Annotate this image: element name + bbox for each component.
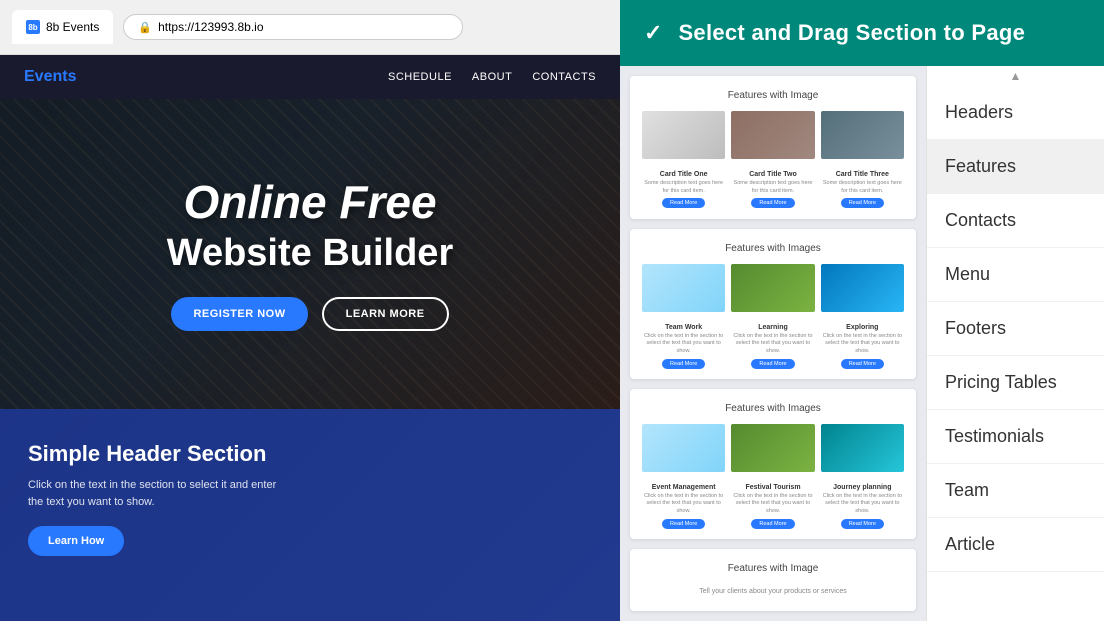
browser-chrome: 8b 8b Events 🔒 https://123993.8b.io: [0, 0, 620, 55]
card-btn-2-2[interactable]: Read More: [751, 359, 794, 369]
card-img-3-3: [821, 424, 904, 472]
card-btn-1-3[interactable]: Read More: [841, 198, 884, 208]
learn-more-button[interactable]: LEARN MORE: [322, 297, 449, 331]
card-col-3-3: Journey planning Click on the text in th…: [821, 480, 904, 529]
browser-tab[interactable]: 8b 8b Events: [12, 10, 113, 44]
section-card-4-subtitle: Tell your clients about your products or…: [642, 584, 904, 599]
address-bar[interactable]: 🔒 https://123993.8b.io: [123, 14, 463, 40]
card-img-2-3: [821, 264, 904, 312]
card-img-1-2: [731, 111, 814, 159]
category-pricing-tables[interactable]: Pricing Tables: [927, 356, 1104, 410]
card-col-3-2: Festival Tourism Click on the text in th…: [731, 480, 814, 529]
simple-header-title: Simple Header Section: [28, 441, 288, 467]
nav-about[interactable]: ABOUT: [472, 71, 512, 83]
content-area: Features with Image Card Title One Some …: [620, 66, 1104, 621]
nav-schedule[interactable]: SCHEDULE: [388, 71, 452, 83]
category-contacts[interactable]: Contacts: [927, 194, 1104, 248]
section-card-2-title: Features with Images: [642, 243, 904, 254]
logo-accent: s: [68, 68, 77, 85]
card-btn-3-1[interactable]: Read More: [662, 519, 705, 529]
card-col-2-3: Exploring Click on the text in the secti…: [821, 320, 904, 369]
card-img-2-1: [642, 264, 725, 312]
card-images-row-2: [642, 264, 904, 312]
card-img-2-2: [731, 264, 814, 312]
learn-how-button[interactable]: Learn How: [28, 526, 124, 556]
section-card-1-title: Features with Image: [642, 90, 904, 101]
hero-buttons: REGISTER NOW LEARN MORE: [171, 297, 448, 331]
card-col-3-1: Event Management Click on the text in th…: [642, 480, 725, 529]
card-col-1-2: Card Title Two Some description text goe…: [731, 167, 814, 208]
section-card-2[interactable]: Features with Images Team Work Click on …: [630, 229, 916, 379]
section-card-3[interactable]: Features with Images Event Management Cl…: [630, 389, 916, 539]
hero-subtitle: Website Builder: [167, 232, 453, 275]
tab-favicon: 8b: [26, 20, 40, 34]
category-features[interactable]: Features: [927, 140, 1104, 194]
categories-sidebar[interactable]: ▲ Headers Features Contacts Menu Footers…: [926, 66, 1104, 621]
card-images-row-1: [642, 111, 904, 159]
card-cols-1: Card Title One Some description text goe…: [642, 167, 904, 208]
card-btn-2-3[interactable]: Read More: [841, 359, 884, 369]
card-img-3-2: [731, 424, 814, 472]
website-preview: 8b 8b Events 🔒 https://123993.8b.io Even…: [0, 0, 620, 621]
site-logo: Events: [24, 68, 76, 86]
site-nav-links: SCHEDULE ABOUT CONTACTS: [388, 71, 596, 83]
check-icon: ✓: [644, 20, 662, 46]
category-headers[interactable]: Headers: [927, 86, 1104, 140]
card-col-2-1: Team Work Click on the text in the secti…: [642, 320, 725, 369]
card-col-1-3: Card Title Three Some description text g…: [821, 167, 904, 208]
section-card-3-title: Features with Images: [642, 403, 904, 414]
right-panel: ✓ Select and Drag Section to Page Featur…: [620, 0, 1104, 621]
register-now-button[interactable]: REGISTER NOW: [171, 297, 307, 331]
card-btn-3-2[interactable]: Read More: [751, 519, 794, 529]
section-card-1[interactable]: Features with Image Card Title One Some …: [630, 76, 916, 219]
website-content: Events SCHEDULE ABOUT CONTACTS Online Fr…: [0, 55, 620, 621]
card-col-2-2: Learning Click on the text in the sectio…: [731, 320, 814, 369]
category-menu[interactable]: Menu: [927, 248, 1104, 302]
section-card-4[interactable]: Features with Image Tell your clients ab…: [630, 549, 916, 611]
card-img-1-1: [642, 111, 725, 159]
category-testimonials[interactable]: Testimonials: [927, 410, 1104, 464]
card-cols-2: Team Work Click on the text in the secti…: [642, 320, 904, 369]
card-images-row-3: [642, 424, 904, 472]
logo-text: Event: [24, 68, 68, 85]
card-img-3-1: [642, 424, 725, 472]
nav-contacts[interactable]: CONTACTS: [532, 71, 596, 83]
address-text: https://123993.8b.io: [158, 20, 263, 34]
simple-header-desc: Click on the text in the section to sele…: [28, 477, 288, 510]
card-btn-1-2[interactable]: Read More: [751, 198, 794, 208]
card-btn-3-3[interactable]: Read More: [841, 519, 884, 529]
scroll-up-indicator[interactable]: ▲: [927, 66, 1104, 86]
site-nav: Events SCHEDULE ABOUT CONTACTS: [0, 55, 620, 99]
category-team[interactable]: Team: [927, 464, 1104, 518]
top-bar-title: Select and Drag Section to Page: [678, 20, 1025, 46]
hero-title: Online Free: [183, 177, 436, 228]
card-cols-3: Event Management Click on the text in th…: [642, 480, 904, 529]
sections-panel[interactable]: Features with Image Card Title One Some …: [620, 66, 926, 621]
category-footers[interactable]: Footers: [927, 302, 1104, 356]
tab-label: 8b Events: [46, 20, 99, 34]
hero-section: Online Free Website Builder REGISTER NOW…: [0, 99, 620, 409]
simple-header-section: Simple Header Section Click on the text …: [0, 409, 620, 621]
card-btn-1-1[interactable]: Read More: [662, 198, 705, 208]
card-img-1-3: [821, 111, 904, 159]
category-article[interactable]: Article: [927, 518, 1104, 572]
card-btn-2-1[interactable]: Read More: [662, 359, 705, 369]
lock-icon: 🔒: [138, 21, 152, 34]
top-bar: ✓ Select and Drag Section to Page: [620, 0, 1104, 66]
card-col-1-1: Card Title One Some description text goe…: [642, 167, 725, 208]
section-card-4-title: Features with Image: [642, 563, 904, 574]
